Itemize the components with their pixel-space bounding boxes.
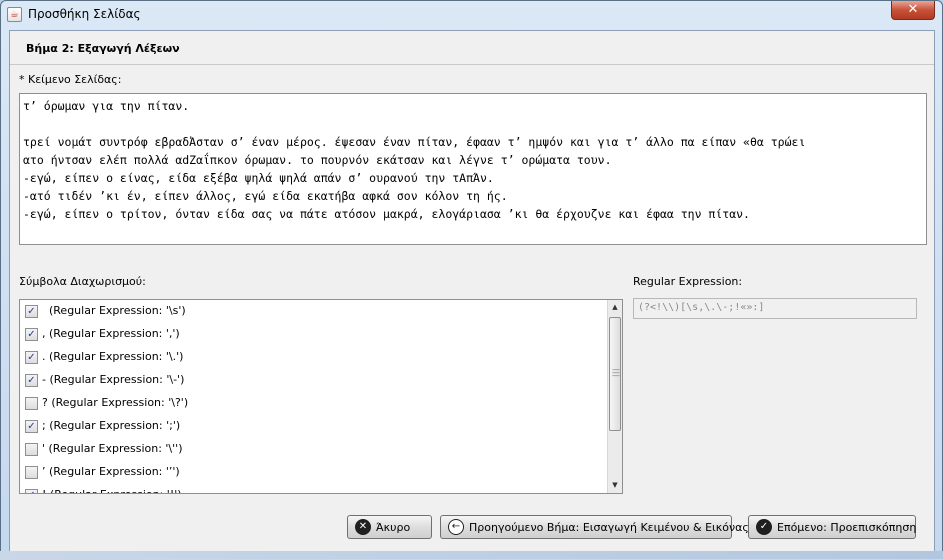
separator-checkbox[interactable] [25, 443, 38, 456]
scroll-up-arrow-icon[interactable]: ▲ [608, 300, 622, 315]
add-page-dialog: ☕ Προσθήκη Σελίδας ✕ Βήμα 2: Εξαγωγή Λέξ… [0, 0, 943, 559]
header-divider [10, 64, 934, 65]
separator-label: ' (Regular Expression: '\'') [42, 442, 183, 455]
separators-label: Σύμβολα Διαχωρισμού: [19, 275, 146, 288]
desktop-background [0, 551, 943, 559]
window-title: Προσθήκη Σελίδας [28, 7, 141, 21]
page-text-label: * Κείμενο Σελίδας: [19, 73, 121, 86]
cancel-button[interactable]: ✕ Άκυρο [347, 515, 432, 539]
separator-item[interactable]: ✓ ! (Regular Expression: '!') [20, 484, 610, 493]
separator-label: ! (Regular Expression: '!') [42, 488, 182, 493]
java-cup-icon: ☕ [7, 7, 22, 22]
page-text-area[interactable]: τ’ όρωμαν για την πίταν. τρεί νομάτ συντ… [19, 93, 927, 245]
cancel-x-icon: ✕ [355, 519, 371, 535]
close-button[interactable]: ✕ [891, 1, 935, 20]
separator-item[interactable]: ✓ . (Regular Expression: '\.') [20, 346, 610, 369]
page-text-label-text: Κείμενο Σελίδας: [28, 73, 122, 86]
separator-label: (Regular Expression: '\s') [42, 304, 186, 317]
separator-item[interactable]: ’ (Regular Expression: '’') [20, 461, 610, 484]
separator-checkbox[interactable]: ✓ [25, 374, 38, 387]
separator-checkbox[interactable]: ✓ [25, 420, 38, 433]
separator-item[interactable]: ✓ ; (Regular Expression: ';') [20, 415, 610, 438]
scroll-down-arrow-icon[interactable]: ▼ [608, 478, 622, 493]
separator-label: ; (Regular Expression: ';') [42, 419, 181, 432]
separator-checkbox[interactable] [25, 466, 38, 479]
title-bar[interactable]: ☕ Προσθήκη Σελίδας ✕ [1, 1, 942, 29]
separator-checkbox[interactable]: ✓ [25, 351, 38, 364]
required-mark: * [19, 73, 25, 86]
next-step-button[interactable]: ✓ Επόμενο: Προεπισκόπηση [748, 515, 916, 539]
separator-checkbox[interactable] [25, 397, 38, 410]
previous-step-button-label: Προηγούμενο Βήμα: Εισαγωγή Κειμένου & Ει… [469, 521, 749, 534]
next-step-button-label: Επόμενο: Προεπισκόπηση [777, 521, 917, 534]
list-scrollbar[interactable]: ▲ — — — ▼ [607, 300, 622, 493]
separator-label: - (Regular Expression: '\-') [42, 373, 185, 386]
separator-label: , (Regular Expression: ',') [42, 327, 180, 340]
dialog-content: Βήμα 2: Εξαγωγή Λέξεων * Κείμενο Σελίδας… [9, 30, 935, 552]
cancel-button-label: Άκυρο [376, 521, 411, 534]
separator-item[interactable]: ✓ (Regular Expression: '\s') [20, 300, 610, 323]
regex-label: Regular Expression: [633, 275, 743, 288]
separator-checkbox[interactable]: ✓ [25, 489, 38, 493]
separator-item[interactable]: ' (Regular Expression: '\'') [20, 438, 610, 461]
checkmark-icon: ✓ [756, 519, 772, 535]
separator-label: ’ (Regular Expression: '’') [42, 465, 180, 478]
separator-label: . (Regular Expression: '\.') [42, 350, 184, 363]
separator-item[interactable]: ? (Regular Expression: '\?') [20, 392, 610, 415]
step-title: Βήμα 2: Εξαγωγή Λέξεων [26, 42, 180, 55]
separator-item[interactable]: ✓ - (Regular Expression: '\-') [20, 369, 610, 392]
separator-checkbox[interactable]: ✓ [25, 328, 38, 341]
separator-label: ? (Regular Expression: '\?') [42, 396, 189, 409]
regex-field[interactable]: (?<!\\)[\s,\.\-;!«»:] [633, 298, 917, 319]
arrow-left-icon: ← [448, 519, 464, 535]
grip-icon: — — — [612, 365, 620, 380]
separator-item[interactable]: ✓ , (Regular Expression: ',') [20, 323, 610, 346]
previous-step-button[interactable]: ← Προηγούμενο Βήμα: Εισαγωγή Κειμένου & … [440, 515, 749, 539]
separator-checkbox[interactable]: ✓ [25, 305, 38, 318]
scroll-thumb[interactable]: — — — [609, 317, 621, 431]
separators-list[interactable]: ✓ (Regular Expression: '\s') ✓, (Regular … [19, 299, 623, 494]
